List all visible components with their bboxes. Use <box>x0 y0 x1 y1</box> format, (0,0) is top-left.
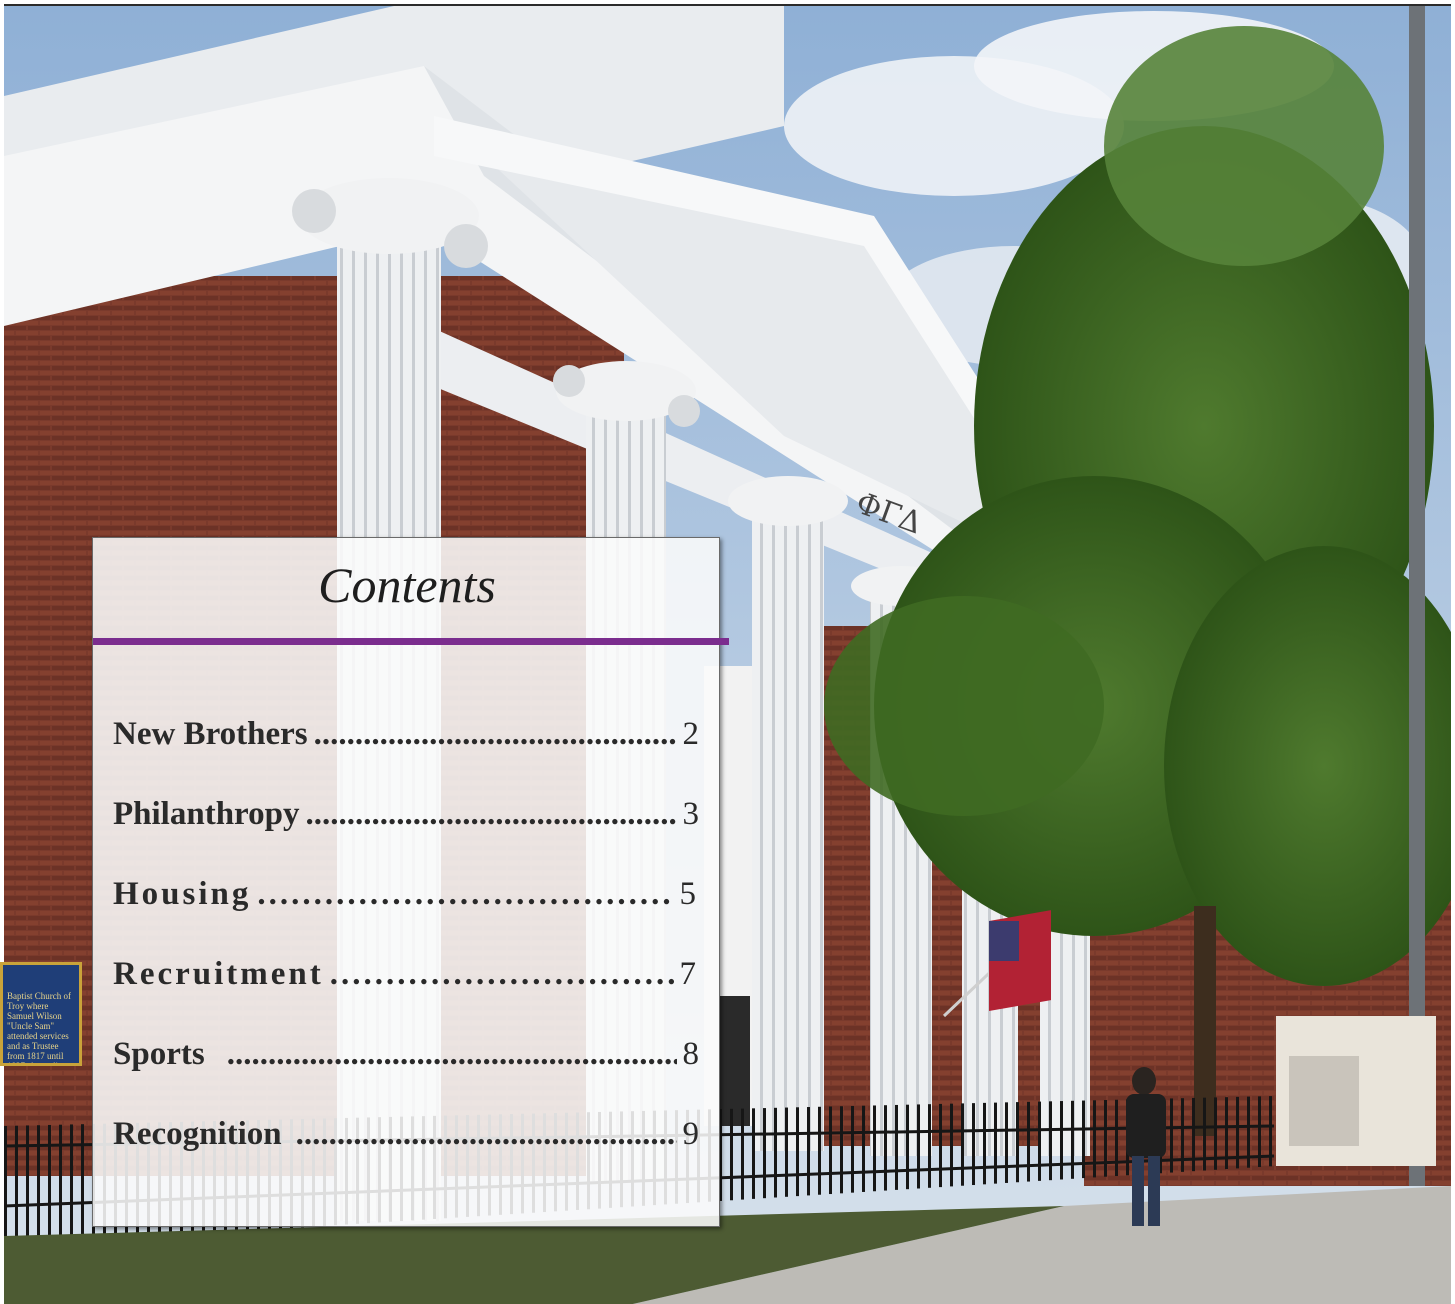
toc-entry-recruitment[interactable]: Recruitment 7 <box>113 956 699 1000</box>
toc-page-number: 9 <box>682 1116 700 1152</box>
marker-text: Baptist Church of Troy where Samuel Wils… <box>7 991 77 1066</box>
toc-page-number: 5 <box>679 876 699 912</box>
toc-leader-dots <box>257 876 673 913</box>
toc-label: Philanthropy <box>113 796 300 832</box>
toc-leader-dots <box>227 1036 677 1073</box>
toc-label: Recruitment <box>113 956 324 992</box>
contents-title: Contents <box>318 557 496 613</box>
toc-label: Housing <box>113 876 252 912</box>
toc-entry-housing[interactable]: Housing 5 <box>113 876 699 920</box>
toc-leader-dots <box>330 956 674 993</box>
toc-label: Sports <box>113 1036 205 1072</box>
toc-entry-new-brothers[interactable]: New Brothers 2 <box>113 716 699 760</box>
historical-marker-sign: Baptist Church of Troy where Samuel Wils… <box>0 962 82 1066</box>
toc-leader-dots <box>296 1116 677 1153</box>
toc-page-number: 8 <box>682 1036 700 1072</box>
toc-leader-dots <box>314 716 677 753</box>
contents-panel: Contents New Brothers 2 Philanthropy 3 H… <box>92 537 729 1227</box>
toc-page-number: 2 <box>682 716 700 752</box>
toc-page-number: 3 <box>682 796 700 832</box>
toc-entry-sports[interactable]: Sports 8 <box>113 1036 699 1080</box>
toc-page-number: 7 <box>679 956 699 992</box>
toc-label: New Brothers <box>113 716 308 752</box>
toc-label: Recognition <box>113 1116 282 1152</box>
contents-divider <box>93 638 729 645</box>
toc-leader-dots <box>305 796 676 833</box>
toc-entry-recognition[interactable]: Recognition 9 <box>113 1116 699 1160</box>
toc-entry-philanthropy[interactable]: Philanthropy 3 <box>113 796 699 840</box>
